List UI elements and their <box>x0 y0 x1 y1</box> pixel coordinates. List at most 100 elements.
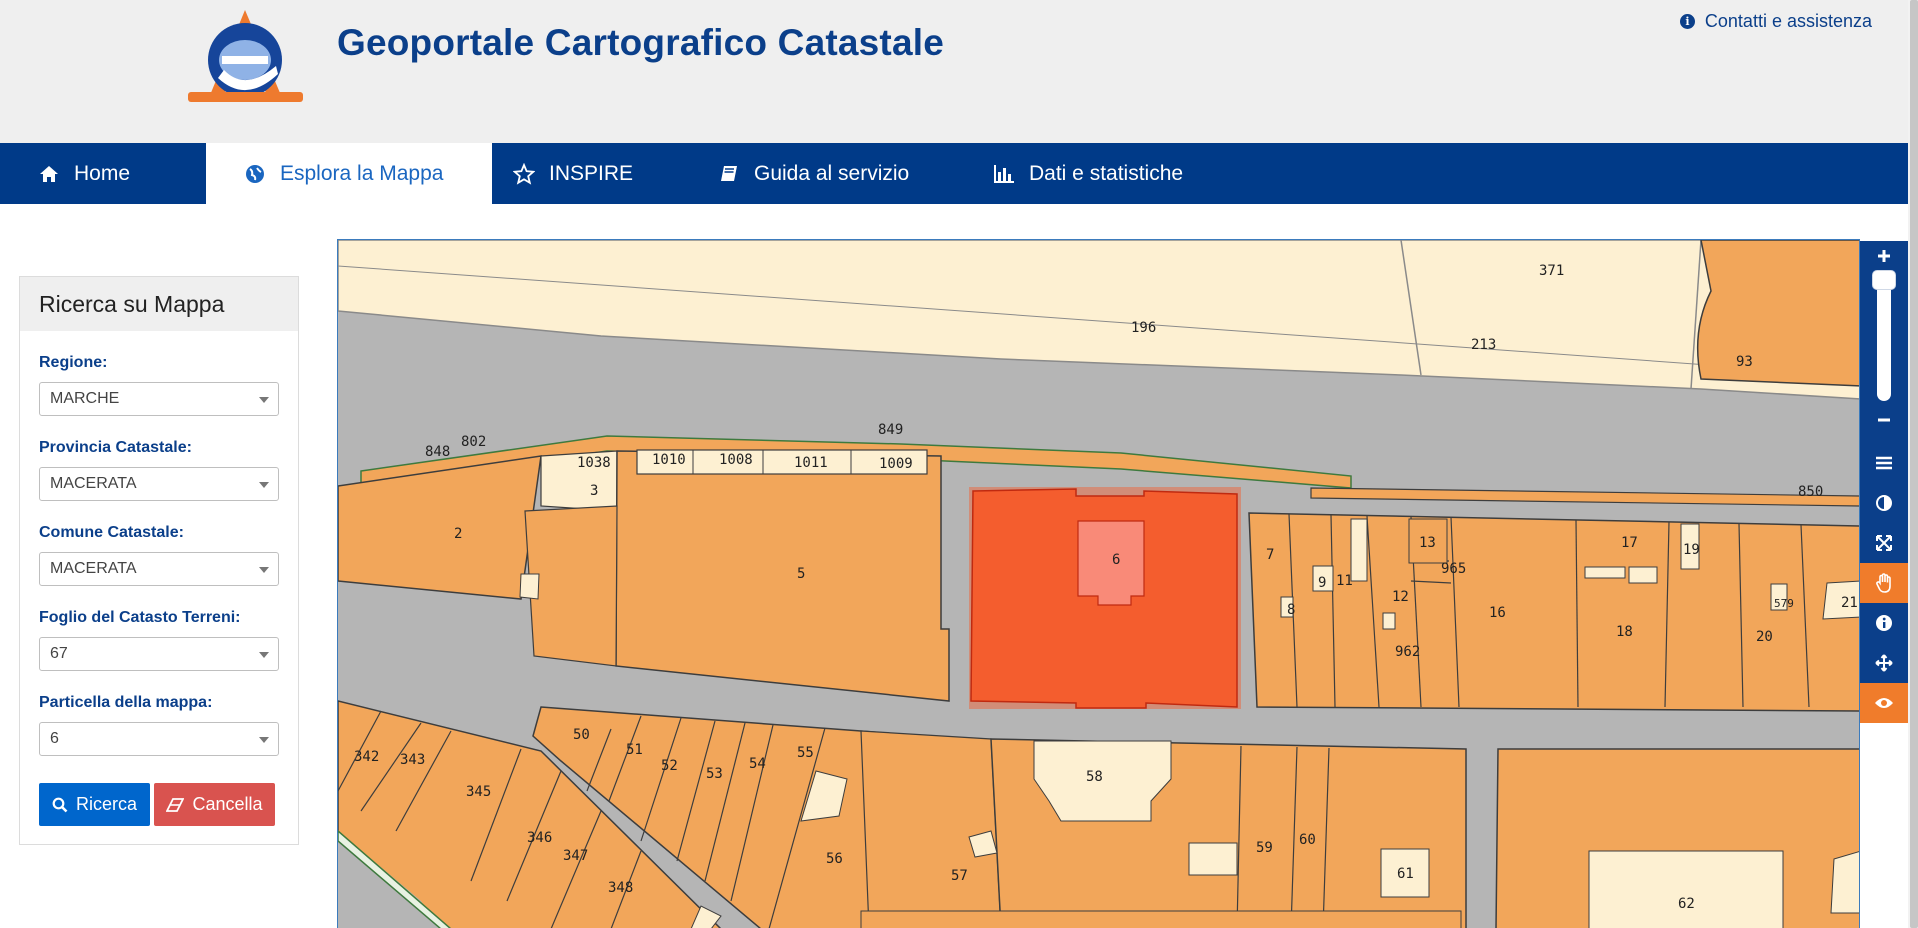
fullscreen-button[interactable] <box>1860 523 1908 563</box>
search-button[interactable]: Ricerca <box>39 783 150 826</box>
parcel-label: 57 <box>951 868 968 884</box>
main-navbar: Home Esplora la Mappa INSPIRE Guida al s… <box>0 143 1918 204</box>
parcel-962-building[interactable] <box>1382 612 1396 630</box>
nav-inspire-label: INSPIRE <box>549 161 634 185</box>
comune-value: MACERATA <box>50 560 137 577</box>
zoom-out-icon <box>1878 418 1890 422</box>
nav-esplora-mappa[interactable]: Esplora la Mappa <box>206 143 492 204</box>
parcel-label: 1010 <box>652 452 686 468</box>
parcel-label: 848 <box>425 444 450 460</box>
selected-parcel-6-building[interactable] <box>1077 520 1145 606</box>
eraser-icon <box>166 797 185 812</box>
nav-home-label: Home <box>74 161 131 185</box>
parcel-label: 850 <box>1798 484 1823 500</box>
move-icon <box>1875 654 1893 672</box>
nav-dati-label: Dati e statistiche <box>1029 161 1184 185</box>
parcel-small[interactable] <box>519 573 540 600</box>
parcel-label: 6 <box>1112 552 1120 568</box>
eye-icon <box>1875 698 1893 708</box>
zoom-in-button[interactable] <box>1860 241 1908 271</box>
parcel-label: 346 <box>527 830 552 846</box>
parcel-label: 1009 <box>879 456 913 472</box>
parcel-label: 20 <box>1756 629 1773 645</box>
chevron-down-icon <box>259 567 269 573</box>
nav-inspire[interactable]: INSPIRE <box>475 143 715 204</box>
parcel-11-building[interactable] <box>1350 518 1368 582</box>
particella-value: 6 <box>50 730 59 747</box>
parcel-label: 62 <box>1678 896 1695 912</box>
parcel-label: 579 <box>1774 597 1794 610</box>
parcel-small[interactable] <box>1584 566 1626 579</box>
home-icon <box>40 165 58 182</box>
parcel-label: 93 <box>1736 354 1753 370</box>
parcel-62-building[interactable] <box>1588 850 1784 928</box>
info-button[interactable] <box>1860 603 1908 643</box>
agenzia-entrate-logo[interactable] <box>188 8 303 106</box>
parcel-label: 9 <box>1318 575 1326 591</box>
comune-label: Comune Catastale: <box>39 524 184 541</box>
parcel-label: 196 <box>1131 320 1156 336</box>
fullscreen-icon <box>1876 535 1892 551</box>
parcel-label: 965 <box>1441 561 1466 577</box>
layers-icon <box>1876 456 1892 470</box>
parcel-label: 52 <box>661 758 678 774</box>
parcel-93[interactable] <box>1696 240 1860 387</box>
parcel-label: 962 <box>1395 644 1420 660</box>
info-icon <box>1876 615 1892 631</box>
parcel-5[interactable] <box>615 450 950 702</box>
pan-button[interactable] <box>1860 563 1908 603</box>
parcel-building[interactable] <box>1188 842 1238 876</box>
page-scrollbar-thumb[interactable] <box>1910 0 1918 928</box>
pan-hand-icon <box>1876 573 1891 593</box>
chevron-down-icon <box>259 397 269 403</box>
cadastral-map[interactable]: 371 196 213 93 849 848 802 1038 1010 100… <box>337 239 1860 928</box>
parcel-label: 371 <box>1539 263 1564 279</box>
zoom-out-button[interactable] <box>1860 403 1908 437</box>
cancel-button[interactable]: Cancella <box>154 783 275 826</box>
parcel-label: 1008 <box>719 452 753 468</box>
parcel-small[interactable] <box>1830 851 1860 914</box>
nav-home[interactable]: Home <box>0 143 206 204</box>
contrast-button[interactable] <box>1860 483 1908 523</box>
cancel-button-label: Cancella <box>192 794 263 814</box>
zoom-slider-track[interactable] <box>1877 271 1891 401</box>
parcel-label: 54 <box>749 756 766 772</box>
parcel-block-right[interactable] <box>1248 512 1860 712</box>
site-header: Geoportale Cartografico Catastale i Cont… <box>0 0 1918 143</box>
parcel-label: 802 <box>461 434 486 450</box>
particella-label: Particella della mappa: <box>39 694 213 711</box>
zoom-in-icon <box>1878 250 1890 262</box>
parcel-label: 53 <box>706 766 723 782</box>
layers-button[interactable] <box>1860 443 1908 483</box>
provincia-select[interactable]: MACERATA <box>39 467 279 501</box>
comune-select[interactable]: MACERATA <box>39 552 279 586</box>
nav-guida[interactable]: Guida al servizio <box>680 143 950 204</box>
parcel-label: 12 <box>1392 589 1409 605</box>
parcel-label: 17 <box>1621 535 1638 551</box>
parcel-label: 60 <box>1299 832 1316 848</box>
info-icon: i <box>1679 14 1695 29</box>
regione-select[interactable]: MARCHE <box>39 382 279 416</box>
foglio-select[interactable]: 67 <box>39 637 279 671</box>
parcel-label: 21 <box>1841 595 1858 611</box>
move-button[interactable] <box>1860 643 1908 683</box>
contact-label: Contatti e assistenza <box>1704 11 1872 31</box>
nav-dati[interactable]: Dati e statistiche <box>955 143 1245 204</box>
visibility-button[interactable] <box>1860 683 1908 723</box>
parcel-label: 8 <box>1287 602 1295 618</box>
parcel-label: 19 <box>1683 542 1700 558</box>
parcel-small[interactable] <box>1628 566 1658 584</box>
map-canvas[interactable]: 371 196 213 93 849 848 802 1038 1010 100… <box>338 240 1860 928</box>
zoom-slider-handle[interactable] <box>1873 271 1895 289</box>
site-title: Geoportale Cartografico Catastale <box>337 22 944 63</box>
globe-icon <box>246 164 264 183</box>
parcel-label: 213 <box>1471 337 1496 353</box>
particella-select[interactable]: 6 <box>39 722 279 756</box>
foglio-value: 67 <box>50 645 68 662</box>
parcel-label: 18 <box>1616 624 1633 640</box>
contact-link[interactable]: i Contatti e assistenza <box>1679 11 1872 32</box>
parcel-bottom-edge[interactable] <box>860 910 1462 928</box>
parcel-label: 5 <box>797 566 805 582</box>
parcel-label: 50 <box>573 727 590 743</box>
parcel-57[interactable] <box>860 730 1002 928</box>
